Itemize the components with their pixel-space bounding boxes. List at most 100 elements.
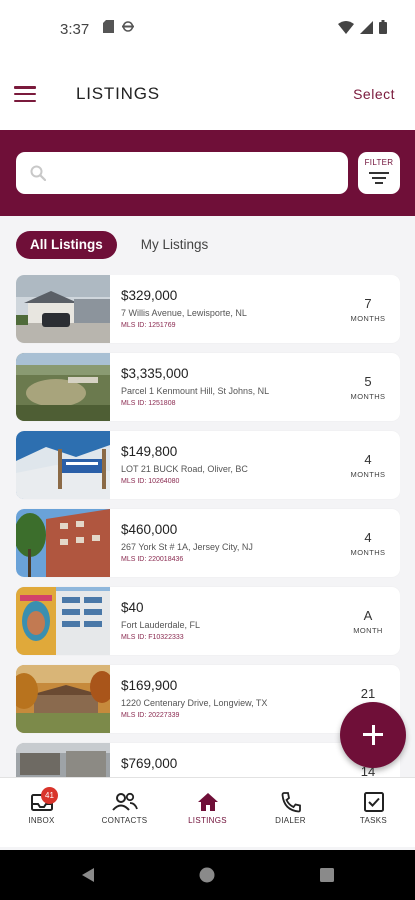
listing-age-unit: MONTHS xyxy=(350,548,386,557)
listing-age-unit: MONTHS xyxy=(350,392,386,401)
listing-card[interactable]: $40 Fort Lauderdale, FL MLS ID: F1032233… xyxy=(16,587,400,655)
listing-age-unit: MONTHS xyxy=(350,470,386,479)
status-time: 3:37 xyxy=(60,21,90,38)
status-system-icons xyxy=(338,20,387,34)
listing-card[interactable]: $149,800 LOT 21 BUCK Road, Oliver, BC ML… xyxy=(16,431,400,499)
listing-photo xyxy=(16,665,110,733)
listing-photo xyxy=(16,587,110,655)
listing-mls-id: MLS ID: 20227339 xyxy=(121,712,180,719)
listing-age: 5 MONTHS xyxy=(336,353,400,421)
listing-info: $329,000 7 Willis Avenue, Lewisporte, NL… xyxy=(121,275,336,343)
listing-photo xyxy=(16,275,110,343)
listing-mls-id: MLS ID: 1251808 xyxy=(121,400,176,407)
nav-contacts-label: CONTACTS xyxy=(101,816,148,825)
contacts-icon xyxy=(112,792,138,811)
listing-price: $3,335,000 xyxy=(121,366,189,381)
listing-card[interactable]: $3,335,000 Parcel 1 Kenmount Hill, St Jo… xyxy=(16,353,400,421)
page-title: LISTINGS xyxy=(76,84,160,103)
nav-dialer[interactable]: DIALER xyxy=(249,778,332,848)
listing-info: $3,335,000 Parcel 1 Kenmount Hill, St Jo… xyxy=(121,353,336,421)
sd-card-icon xyxy=(103,20,114,33)
home-icon xyxy=(198,793,218,811)
wifi-icon xyxy=(338,20,354,34)
listing-age-value: 4 xyxy=(364,452,372,467)
back-icon[interactable] xyxy=(80,867,96,883)
filter-button[interactable]: FILTER xyxy=(358,152,400,194)
listing-age: A MONTH xyxy=(336,587,400,655)
listing-info: $40 Fort Lauderdale, FL MLS ID: F1032233… xyxy=(121,587,336,655)
status-bar: 3:37 xyxy=(0,0,415,60)
home-button-icon[interactable] xyxy=(199,867,215,883)
listing-age-value: 5 xyxy=(364,374,372,389)
listing-age-value: 4 xyxy=(364,530,372,545)
listing-age-unit: MONTHS xyxy=(350,314,386,323)
listing-mls-id: MLS ID: 1251769 xyxy=(121,322,176,329)
listing-age-value: 21 xyxy=(360,686,376,701)
nav-contacts[interactable]: CONTACTS xyxy=(83,778,166,848)
listing-address: 267 York St # 1A, Jersey City, NJ xyxy=(121,542,253,552)
listing-age: 4 MONTHS xyxy=(336,431,400,499)
status-notification-icons xyxy=(103,20,134,33)
nav-inbox-label: INBOX xyxy=(28,816,55,825)
listing-age-value: A xyxy=(363,608,373,623)
listing-age-unit: MONTH xyxy=(353,626,383,635)
listing-price: $769,000 xyxy=(121,756,178,771)
listing-tabs: All Listings My Listings xyxy=(16,231,222,259)
listing-price: $40 xyxy=(121,600,144,615)
listings-list: $329,000 7 Willis Avenue, Lewisporte, NL… xyxy=(16,275,400,777)
filter-label: FILTER xyxy=(364,158,394,167)
listing-mls-id: MLS ID: 220018436 xyxy=(121,556,184,563)
listing-mls-id: MLS ID: F10322333 xyxy=(121,634,184,641)
listing-address: 1220 Centenary Drive, Longview, TX xyxy=(121,698,268,708)
listing-address: Parcel 1 Kenmount Hill, St Johns, NL xyxy=(121,386,270,396)
listing-age: 7 MONTHS xyxy=(336,275,400,343)
signal-icon xyxy=(360,20,373,34)
listing-price: $329,000 xyxy=(121,288,178,303)
nav-dialer-label: DIALER xyxy=(275,816,306,825)
search-icon xyxy=(30,165,46,181)
tab-my-listings[interactable]: My Listings xyxy=(127,231,223,259)
listing-address: LOT 21 BUCK Road, Oliver, BC xyxy=(121,464,248,474)
listing-photo xyxy=(16,509,110,577)
listing-info: $149,800 LOT 21 BUCK Road, Oliver, BC ML… xyxy=(121,431,336,499)
system-nav-bar xyxy=(0,850,415,900)
listing-card[interactable]: $329,000 7 Willis Avenue, Lewisporte, NL… xyxy=(16,275,400,343)
listing-address: 7 Willis Avenue, Lewisporte, NL xyxy=(121,308,247,318)
battery-icon xyxy=(379,20,387,34)
search-input[interactable] xyxy=(56,152,336,194)
listing-price: $169,900 xyxy=(121,678,178,693)
listing-photo xyxy=(16,743,110,777)
tab-all-listings[interactable]: All Listings xyxy=(16,231,117,259)
listing-age-value: 7 xyxy=(364,296,372,311)
nav-listings[interactable]: LISTINGS xyxy=(166,778,249,848)
listing-mls-id: MLS ID: 10264080 xyxy=(121,478,180,485)
recents-icon[interactable] xyxy=(319,867,335,883)
listing-info: $460,000 267 York St # 1A, Jersey City, … xyxy=(121,509,336,577)
listing-age: 4 MONTHS xyxy=(336,509,400,577)
phone-icon xyxy=(281,792,301,813)
listing-price: $460,000 xyxy=(121,522,178,537)
listing-price: $149,800 xyxy=(121,444,178,459)
select-button[interactable]: Select xyxy=(353,86,395,102)
app-bar: LISTINGS Select xyxy=(0,60,415,130)
menu-icon[interactable] xyxy=(14,84,36,104)
listing-photo xyxy=(16,431,110,499)
plus-icon-vertical xyxy=(371,725,375,745)
nav-listings-label: LISTINGS xyxy=(188,816,227,825)
search-band: FILTER xyxy=(0,130,415,216)
nav-tasks-label: TASKS xyxy=(359,816,388,825)
search-box[interactable] xyxy=(16,152,348,194)
filter-icon xyxy=(369,172,389,187)
add-listing-button[interactable] xyxy=(340,702,406,768)
listing-photo xyxy=(16,353,110,421)
bottom-nav: 41 INBOX CONTACTS LISTINGS DIALER TASKS xyxy=(0,777,415,847)
listing-card[interactable]: $460,000 267 York St # 1A, Jersey City, … xyxy=(16,509,400,577)
listing-info: $169,900 1220 Centenary Drive, Longview,… xyxy=(121,665,336,733)
nav-tasks[interactable]: TASKS xyxy=(332,778,415,848)
listing-address: Fort Lauderdale, FL xyxy=(121,620,201,630)
inbox-badge: 41 xyxy=(41,787,58,804)
checkbox-icon xyxy=(364,792,384,812)
sync-icon xyxy=(122,21,134,32)
nav-inbox[interactable]: 41 INBOX xyxy=(0,778,83,848)
listing-info: $769,000 xyxy=(121,743,336,777)
